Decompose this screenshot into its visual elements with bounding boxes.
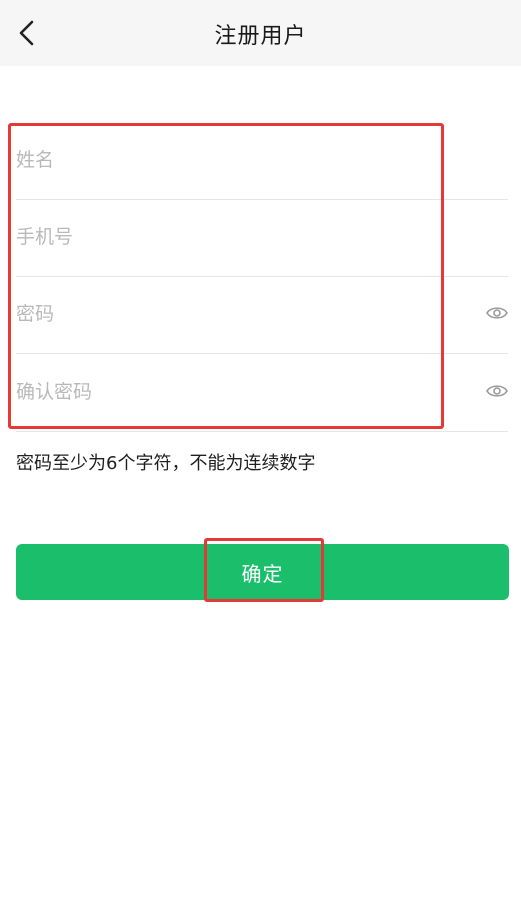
confirm-password-row [16, 354, 508, 432]
confirm-password-visibility-eye-icon[interactable] [486, 383, 508, 399]
password-row [16, 276, 508, 354]
confirm-password-input[interactable] [16, 354, 476, 430]
page-title: 注册用户 [214, 24, 307, 49]
phone-input[interactable] [16, 199, 476, 275]
password-input[interactable] [16, 276, 476, 352]
name-input[interactable] [16, 122, 476, 198]
confirm-button[interactable]: 确定 [16, 544, 509, 600]
phone-row [16, 199, 508, 277]
password-visibility-eye-icon[interactable] [486, 305, 508, 321]
name-row [16, 122, 508, 200]
password-hint-text: 密码至少为6个字符，不能为连续数字 [16, 453, 316, 474]
top-nav-bar: 注册用户 [0, 0, 521, 66]
